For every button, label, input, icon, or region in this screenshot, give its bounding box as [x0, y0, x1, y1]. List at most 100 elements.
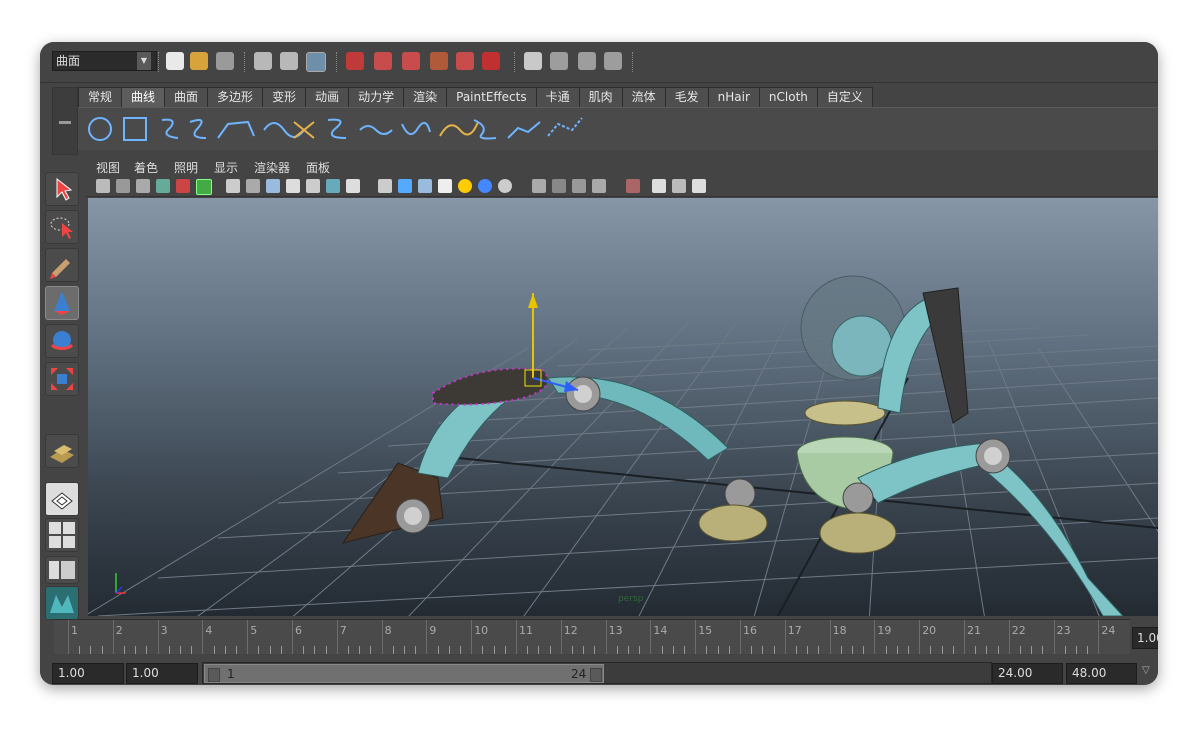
pencil-curve-tool-icon[interactable]: [217, 120, 255, 139]
panel-menu-shading[interactable]: 着色: [134, 159, 158, 176]
ipr-render-icon[interactable]: [578, 52, 596, 70]
single-perspective-layout-icon[interactable]: [45, 482, 79, 516]
current-time-field[interactable]: 1.00: [1132, 627, 1158, 649]
ep-curve-tool-icon[interactable]: [189, 119, 207, 139]
camera-attributes-icon[interactable]: [116, 179, 130, 193]
wireframe-on-shaded-icon[interactable]: [418, 179, 432, 193]
new-scene-icon[interactable]: [166, 52, 184, 70]
select-component-icon[interactable]: [306, 52, 326, 72]
cv-curve-tool-icon[interactable]: [161, 118, 179, 139]
back-leg-joint[interactable]: [922, 287, 969, 424]
shelf-menu-handle[interactable]: [52, 87, 78, 155]
shelf-tab-custom[interactable]: 自定义: [816, 87, 873, 107]
grease-pencil-icon[interactable]: [196, 179, 212, 195]
shelf-tab-animation[interactable]: 动画: [305, 87, 350, 107]
shelf-tab-general[interactable]: 常规: [78, 87, 123, 107]
range-grip-right[interactable]: [590, 668, 602, 682]
magnet-icon[interactable]: [482, 52, 500, 70]
detach-curves-icon[interactable]: [327, 118, 347, 139]
open-scene-icon[interactable]: [190, 52, 208, 70]
xray-joints-icon[interactable]: [552, 179, 566, 193]
move-tool-icon[interactable]: [45, 286, 79, 320]
snap-point-icon[interactable]: [402, 52, 420, 70]
range-slider-handle[interactable]: 1 24: [204, 664, 604, 683]
shelf-tab-surfaces[interactable]: 曲面: [164, 87, 209, 107]
use-all-lights-icon[interactable]: [458, 179, 472, 193]
2d-pan-zoom-icon[interactable]: [176, 179, 190, 193]
isolate-select-icon[interactable]: [572, 179, 586, 193]
gate-mask-icon[interactable]: [286, 179, 300, 193]
circle-curve-icon[interactable]: [88, 117, 112, 141]
bookmarks-icon[interactable]: [136, 179, 150, 193]
four-view-layout-icon[interactable]: [45, 518, 79, 552]
render-settings-icon[interactable]: [604, 52, 622, 70]
frame-selected-icon[interactable]: [672, 179, 686, 193]
foot-pad[interactable]: [698, 504, 768, 542]
shelf-tab-ncloth[interactable]: nCloth: [758, 87, 818, 107]
safe-title-icon[interactable]: [346, 179, 360, 193]
shelf-tab-fluids[interactable]: 流体: [621, 87, 666, 107]
front-leg-lower[interactable]: [987, 457, 1124, 616]
snap-curve-icon[interactable]: [374, 52, 392, 70]
select-tool-icon[interactable]: [626, 179, 640, 193]
shelf-tab-nhair[interactable]: nHair: [707, 87, 760, 107]
panel-menu-panels[interactable]: 面板: [306, 159, 330, 176]
select-camera-icon[interactable]: [96, 179, 110, 193]
range-grip-left[interactable]: [208, 668, 220, 682]
add-points-tool-icon[interactable]: [507, 121, 541, 139]
share-icon[interactable]: [692, 179, 706, 193]
scale-tool-icon[interactable]: [45, 362, 79, 396]
square-curve-icon[interactable]: [123, 117, 147, 141]
range-menu-arrow-icon[interactable]: ▽: [1142, 665, 1150, 676]
image-plane-icon[interactable]: [156, 179, 170, 193]
end-time-field[interactable]: 48.00: [1066, 663, 1137, 684]
backface-culling-icon[interactable]: [592, 179, 606, 193]
select-arrow-icon[interactable]: [45, 172, 79, 206]
shelf-tab-muscle[interactable]: 肌肉: [578, 87, 623, 107]
select-hierarchy-icon[interactable]: [254, 52, 272, 70]
panel-menu-lighting[interactable]: 照明: [174, 159, 198, 176]
save-scene-icon[interactable]: [216, 52, 234, 70]
insert-knot-icon[interactable]: [359, 125, 393, 135]
resolution-gate-icon[interactable]: [266, 179, 280, 193]
shelf-tab-toon[interactable]: 卡通: [535, 87, 580, 107]
offset-curve-icon[interactable]: [439, 121, 479, 137]
playback-start-field[interactable]: 1.00: [126, 663, 198, 684]
panel-menu-view[interactable]: 视图: [96, 159, 120, 176]
extend-curve-icon[interactable]: [401, 121, 431, 135]
shelf-tab-fur[interactable]: 毛发: [664, 87, 709, 107]
render-view-icon[interactable]: [524, 52, 542, 70]
curve-editing-tool-icon[interactable]: [547, 117, 583, 137]
textured-icon[interactable]: [438, 179, 452, 193]
paint-select-icon[interactable]: [45, 248, 79, 282]
shelf-tab-curves[interactable]: 曲线: [121, 87, 166, 107]
shelf-tab-deformation[interactable]: 变形: [262, 87, 307, 107]
panel-menu-renderer[interactable]: 渲染器: [254, 159, 290, 176]
time-slider[interactable]: 1 2 3 4 5 6 7 8 9 10 11 12 13 14 15 16 17 18 19 20 21 22 23 24: [54, 619, 1130, 654]
body-top-ring[interactable]: [804, 400, 886, 426]
xray-icon[interactable]: [532, 179, 546, 193]
grid-toggle-icon[interactable]: [226, 179, 240, 193]
playback-end-field[interactable]: 24.00: [992, 663, 1063, 684]
rotate-tool-icon[interactable]: [45, 324, 79, 358]
select-object-icon[interactable]: [280, 52, 298, 70]
shadows-icon[interactable]: [478, 179, 492, 193]
render-frame-icon[interactable]: [550, 52, 568, 70]
snap-view-plane-icon[interactable]: [430, 52, 448, 70]
smooth-shade-icon[interactable]: [398, 179, 412, 193]
panel-menu-show[interactable]: 显示: [214, 159, 238, 176]
shelf-tab-polygons[interactable]: 多边形: [207, 87, 264, 107]
outliner-layout-icon[interactable]: [45, 556, 79, 584]
high-quality-icon[interactable]: [498, 179, 512, 193]
shelf-tab-rendering[interactable]: 渲染: [403, 87, 448, 107]
show-manipulator-icon[interactable]: [45, 434, 79, 468]
joint-sphere[interactable]: [724, 478, 756, 510]
foot-pad[interactable]: [819, 512, 897, 554]
film-gate-icon[interactable]: [246, 179, 260, 193]
shelf-tab-paint-effects[interactable]: PaintEffects: [446, 87, 537, 107]
snap-grid-icon[interactable]: [346, 52, 364, 70]
attach-curves-icon[interactable]: [293, 121, 315, 139]
frame-all-icon[interactable]: [652, 179, 666, 193]
chevron-down-icon[interactable]: ▼: [137, 52, 151, 70]
range-slider[interactable]: 1 24: [202, 662, 992, 684]
